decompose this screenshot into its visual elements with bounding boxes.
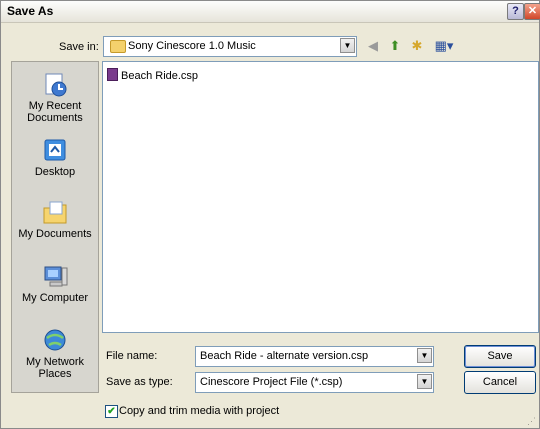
place-my-computer[interactable]: My Computer (12, 264, 98, 304)
save-in-label: Save in: (59, 41, 99, 53)
desktop-icon (41, 138, 69, 164)
network-places-icon (41, 328, 69, 354)
recent-documents-icon (41, 72, 69, 98)
chevron-down-icon[interactable]: ▼ (417, 374, 432, 389)
file-name-value: Beach Ride - alternate version.csp (200, 350, 369, 362)
window-title: Save As (7, 4, 54, 18)
title-bar[interactable]: Save As ? ✕ (1, 1, 540, 23)
places-bar: My Recent Documents Desktop My Documents… (11, 61, 99, 393)
folder-icon (110, 40, 126, 53)
place-recent-documents[interactable]: My Recent Documents (12, 72, 98, 124)
views-menu-icon[interactable]: ▦▾ (431, 38, 457, 54)
place-network[interactable]: My Network Places (12, 328, 98, 380)
save-button[interactable]: Save (464, 345, 536, 368)
my-computer-icon (41, 264, 69, 290)
resize-grip-icon[interactable]: ⋰ (527, 416, 537, 426)
place-label: My Computer (21, 292, 89, 304)
list-item[interactable]: Beach Ride.csp (107, 68, 198, 82)
place-desktop[interactable]: Desktop (12, 138, 98, 178)
my-documents-icon (41, 200, 69, 226)
place-label: My Network Places (25, 356, 85, 380)
project-file-icon (107, 68, 118, 81)
back-icon[interactable]: ◀ (365, 38, 381, 54)
file-list[interactable]: Beach Ride.csp (102, 61, 539, 333)
help-button[interactable]: ? (507, 3, 524, 20)
file-name-label: File name: (106, 350, 158, 362)
place-label: My Recent Documents (27, 100, 83, 124)
place-label: Desktop (34, 166, 76, 178)
save-as-dialog: Save As ? ✕ Save in: Sony Cinescore 1.0 … (0, 0, 540, 429)
chevron-down-icon[interactable]: ▼ (340, 38, 355, 53)
cancel-button[interactable]: Cancel (464, 371, 536, 394)
save-in-dropdown[interactable]: Sony Cinescore 1.0 Music ▼ (103, 36, 357, 57)
chevron-down-icon[interactable]: ▼ (417, 348, 432, 363)
new-folder-icon[interactable]: ✱ (409, 38, 425, 54)
save-in-value: Sony Cinescore 1.0 Music (128, 40, 256, 52)
place-my-documents[interactable]: My Documents (12, 200, 98, 240)
file-name-field[interactable]: Beach Ride - alternate version.csp ▼ (195, 346, 434, 367)
up-folder-icon[interactable]: ⬆ (387, 38, 403, 54)
save-as-type-label: Save as type: (106, 376, 173, 388)
place-label: My Documents (18, 228, 92, 240)
save-as-type-dropdown[interactable]: Cinescore Project File (*.csp) ▼ (195, 372, 434, 393)
copy-media-checkbox[interactable]: ✔ (105, 405, 118, 418)
file-name-text: Beach Ride.csp (121, 70, 199, 82)
copy-media-label[interactable]: Copy and trim media with project (119, 405, 279, 417)
close-button[interactable]: ✕ (524, 3, 540, 20)
save-as-type-value: Cinescore Project File (*.csp) (200, 376, 343, 388)
